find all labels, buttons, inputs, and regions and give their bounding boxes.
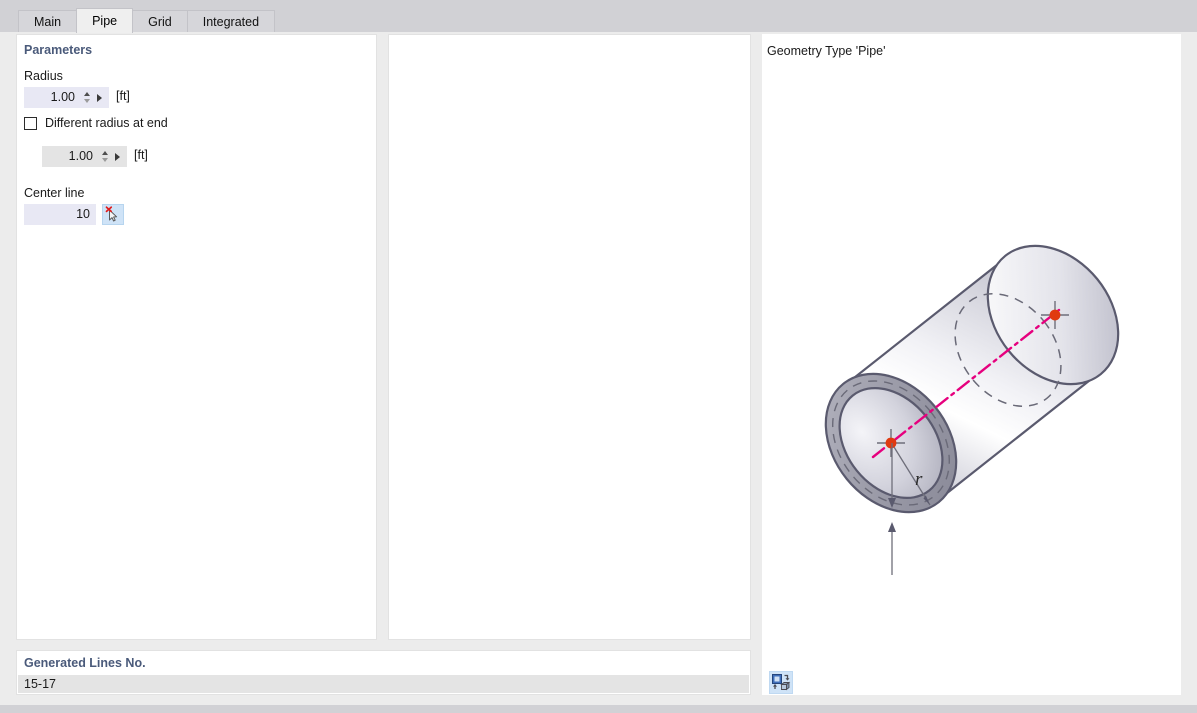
radius-end-unit: [ft]: [134, 148, 148, 162]
tab-grid[interactable]: Grid: [132, 10, 188, 33]
radius-value: 1.00: [50, 90, 75, 104]
radius-unit: [ft]: [116, 89, 130, 103]
tab-main[interactable]: Main: [18, 10, 78, 33]
chevron-right-icon: [97, 94, 102, 102]
stepper-up-icon[interactable]: [102, 151, 108, 155]
radius-end-value: 1.00: [68, 149, 93, 163]
stepper-down-icon[interactable]: [102, 158, 108, 162]
radius-dimension-label: r: [915, 469, 923, 490]
center-line-label: Center line: [24, 186, 85, 200]
pick-cursor-icon: [105, 206, 118, 222]
preview-panel: Geometry Type 'Pipe' r: [762, 34, 1181, 695]
generated-lines-value[interactable]: 15-17: [18, 675, 749, 693]
stepper-down-icon[interactable]: [84, 99, 90, 103]
center-line-pick-button[interactable]: [102, 204, 124, 225]
tab-list: Main Pipe Grid Integrated: [18, 8, 276, 33]
secondary-panel: [388, 34, 751, 640]
chevron-right-icon: [115, 153, 120, 161]
preview-caption: Geometry Type 'Pipe': [767, 44, 886, 58]
center-line-row: 10: [24, 204, 124, 225]
different-radius-at-end-row[interactable]: Different radius at end: [24, 116, 168, 130]
radius-end-stepper[interactable]: [99, 147, 112, 166]
render-view-toggle-icon: [772, 674, 791, 691]
tab-integrated[interactable]: Integrated: [186, 10, 276, 33]
generated-lines-panel: Generated Lines No. 15-17: [16, 650, 751, 695]
generated-lines-title: Generated Lines No.: [24, 656, 146, 670]
stepper-up-icon[interactable]: [84, 92, 90, 96]
different-radius-at-end-label: Different radius at end: [45, 116, 168, 130]
render-view-toggle-button[interactable]: [769, 671, 793, 694]
tab-pipe[interactable]: Pipe: [76, 8, 134, 33]
bottom-chrome-strip: [0, 705, 1197, 713]
tab-bar: Main Pipe Grid Integrated: [0, 0, 1197, 33]
radius-label: Radius: [24, 69, 63, 83]
radius-end-more-button[interactable]: [112, 147, 126, 166]
center-line-input[interactable]: 10: [24, 204, 96, 225]
radius-more-button[interactable]: [94, 88, 108, 107]
different-radius-at-end-checkbox[interactable]: [24, 116, 37, 130]
radius-stepper[interactable]: [81, 88, 94, 107]
parameters-panel: Parameters Radius 1.00 [ft] Different ra…: [16, 34, 377, 640]
pipe-geometry-illustration: r: [824, 244, 1120, 575]
parameters-heading: Parameters: [24, 43, 93, 57]
radius-end-input[interactable]: 1.00: [42, 146, 127, 167]
radius-input[interactable]: 1.00: [24, 87, 109, 108]
